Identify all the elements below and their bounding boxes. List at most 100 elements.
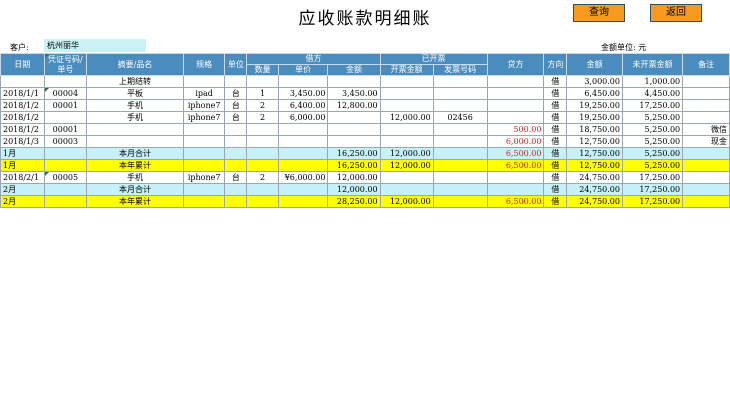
cell-amount[interactable] [327,75,381,88]
cell-inv-amount[interactable] [379,135,434,148]
cell-qty[interactable]: 2 [246,99,279,112]
cell-dir[interactable]: 借 [543,135,568,148]
cell-credit[interactable] [486,171,545,184]
cell-voucher[interactable]: 00003 [43,135,88,148]
query-button[interactable]: 查询 [573,4,625,22]
cell-qty[interactable] [246,135,279,148]
cell-price[interactable] [277,75,329,88]
cell-note[interactable]: 微信 [682,123,730,136]
cell-summary[interactable]: 手机 [86,99,184,112]
cell-inv-no[interactable] [432,135,488,148]
cell-price[interactable] [277,183,329,196]
cell-inv-amount[interactable]: 12,000.00 [379,195,434,208]
cell-date[interactable] [0,75,45,88]
cell-note[interactable] [682,195,730,208]
cell-note[interactable] [682,87,730,100]
cell-inv-no[interactable] [432,195,488,208]
cell-dir[interactable]: 借 [543,159,568,172]
cell-summary[interactable]: 手机 [86,111,184,124]
cell-uninvoiced[interactable]: 5,250.00 [621,159,684,172]
cell-note[interactable] [682,99,730,112]
cell-amount[interactable]: 12,000.00 [327,171,381,184]
cell-inv-no[interactable] [432,147,488,160]
cell-voucher[interactable] [43,75,88,88]
cell-voucher[interactable] [43,111,88,124]
cell-qty[interactable]: 1 [246,87,279,100]
cell-spec[interactable] [182,123,226,136]
cell-voucher[interactable]: 00001 [43,99,88,112]
cell-credit[interactable] [486,99,545,112]
cell-qty[interactable] [246,195,279,208]
cell-amount[interactable]: 16,250.00 [327,147,381,160]
cell-inv-no[interactable] [432,171,488,184]
cell-inv-amount[interactable] [379,87,434,100]
cell-unit[interactable] [224,195,248,208]
cell-price[interactable] [277,159,329,172]
cell-balance[interactable]: 3,000.00 [566,75,623,88]
cell-unit[interactable] [224,75,248,88]
cell-unit[interactable] [224,123,248,136]
cell-unit[interactable] [224,135,248,148]
cell-date[interactable]: 1月 [0,147,45,160]
cell-balance[interactable]: 19,250.00 [566,111,623,124]
customer-field[interactable]: 杭州丽华 [44,39,146,52]
cell-date[interactable]: 2018/1/1 [0,87,45,100]
cell-note[interactable] [682,111,730,124]
cell-price[interactable] [277,147,329,160]
cell-credit[interactable] [486,87,545,100]
cell-amount[interactable] [327,135,381,148]
cell-qty[interactable] [246,159,279,172]
cell-price[interactable]: 6,000.00 [277,111,329,124]
cell-voucher[interactable] [43,183,88,196]
cell-spec[interactable] [182,183,226,196]
cell-inv-no[interactable] [432,99,488,112]
cell-unit[interactable] [224,147,248,160]
cell-dir[interactable]: 借 [543,195,568,208]
cell-unit[interactable] [224,159,248,172]
cell-qty[interactable]: 2 [246,111,279,124]
cell-unit[interactable]: 台 [224,111,248,124]
cell-amount[interactable]: 12,800.00 [327,99,381,112]
cell-price[interactable]: 6,400.00 [277,99,329,112]
cell-date[interactable]: 2018/1/2 [0,99,45,112]
cell-uninvoiced[interactable]: 1,000.00 [621,75,684,88]
cell-summary[interactable] [86,123,184,136]
cell-uninvoiced[interactable]: 5,250.00 [621,111,684,124]
cell-inv-amount[interactable]: 12,000.00 [379,159,434,172]
cell-note[interactable] [682,159,730,172]
cell-uninvoiced[interactable]: 17,250.00 [621,99,684,112]
cell-qty[interactable]: 2 [246,171,279,184]
cell-spec[interactable] [182,195,226,208]
cell-credit[interactable]: 6,500.00 [486,147,545,160]
cell-amount[interactable]: 3,450.00 [327,87,381,100]
cell-unit[interactable]: 台 [224,99,248,112]
cell-date[interactable]: 2月 [0,183,45,196]
cell-inv-amount[interactable] [379,75,434,88]
cell-qty[interactable] [246,75,279,88]
cell-dir[interactable]: 借 [543,147,568,160]
cell-balance[interactable]: 24,750.00 [566,171,623,184]
cell-spec[interactable] [182,135,226,148]
cell-balance[interactable]: 19,250.00 [566,99,623,112]
cell-uninvoiced[interactable]: 17,250.00 [621,183,684,196]
cell-dir[interactable]: 借 [543,171,568,184]
cell-balance[interactable]: 12,750.00 [566,135,623,148]
cell-dir[interactable]: 借 [543,87,568,100]
cell-inv-no[interactable]: 02456 [432,111,488,124]
cell-balance[interactable]: 24,750.00 [566,183,623,196]
cell-note[interactable] [682,147,730,160]
cell-summary[interactable]: 本月合计 [86,183,184,196]
cell-balance[interactable]: 6,450.00 [566,87,623,100]
cell-dir[interactable]: 借 [543,183,568,196]
cell-summary[interactable]: 本月合计 [86,147,184,160]
cell-date[interactable]: 2018/2/1 [0,171,45,184]
cell-unit[interactable]: 台 [224,87,248,100]
back-button[interactable]: 返回 [650,4,702,22]
cell-spec[interactable] [182,159,226,172]
cell-inv-no[interactable] [432,87,488,100]
cell-inv-no[interactable] [432,183,488,196]
cell-voucher[interactable] [43,147,88,160]
cell-inv-amount[interactable] [379,183,434,196]
cell-price[interactable] [277,135,329,148]
cell-date[interactable]: 1月 [0,159,45,172]
